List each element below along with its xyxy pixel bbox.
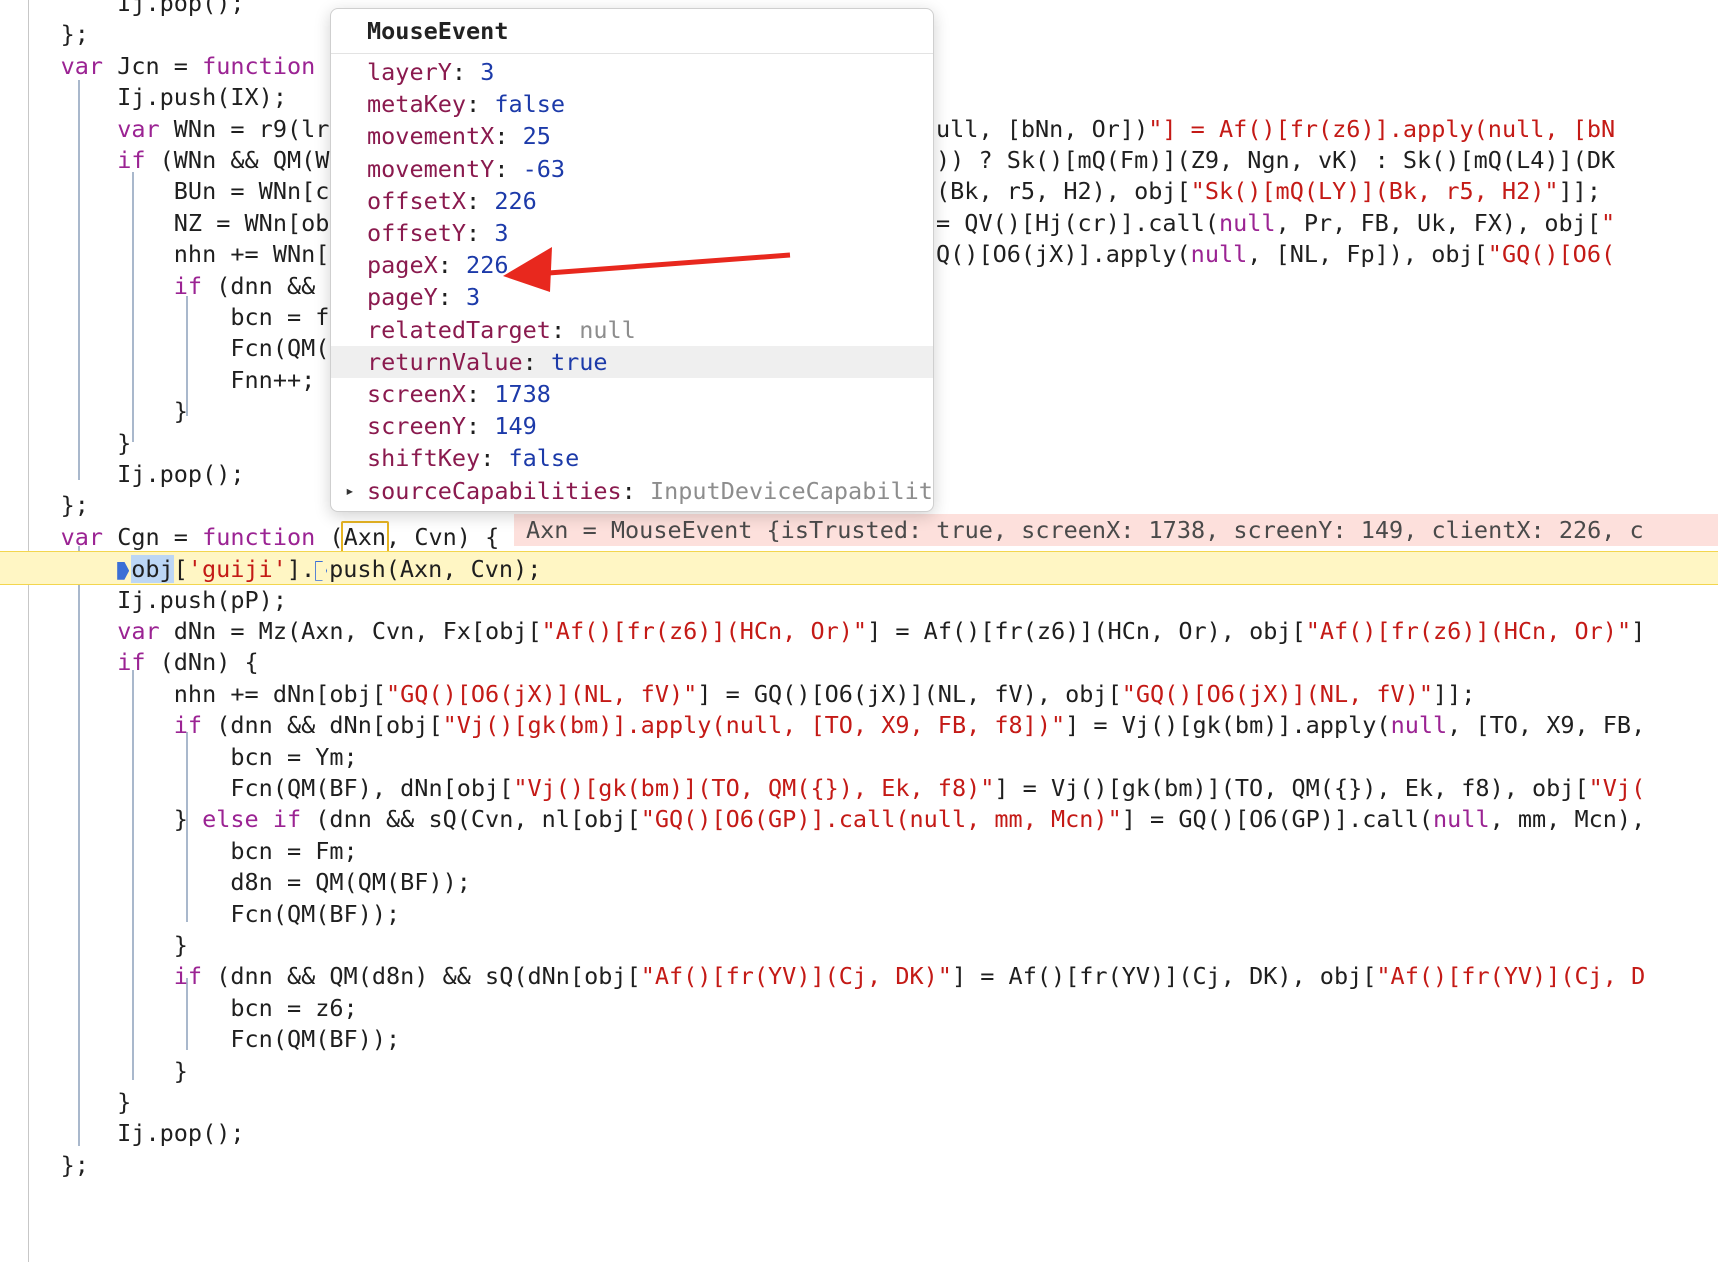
property-row-screenY[interactable]: screenY: 149 bbox=[331, 410, 933, 442]
colon: : bbox=[550, 315, 580, 344]
code-line[interactable]: d8n = QM(QM(BF)); bbox=[0, 865, 1718, 899]
code-line[interactable]: }; bbox=[0, 1148, 1718, 1182]
code-line-fragment[interactable]: Q()[O6(jX)].apply(null, [NL, Fp]), obj["… bbox=[936, 237, 1718, 271]
colon: : bbox=[437, 283, 467, 312]
code-line[interactable]: bcn = z6; bbox=[0, 991, 1718, 1025]
property-key: shiftKey bbox=[367, 444, 481, 473]
colon: : bbox=[494, 122, 523, 151]
property-key: returnValue bbox=[367, 347, 523, 376]
property-row-relatedTarget[interactable]: relatedTarget: null bbox=[331, 314, 933, 346]
code-line-fragment[interactable]: = QV()[Hj(cr)].call(null, Pr, FB, Uk, FX… bbox=[936, 206, 1718, 240]
property-key: movementY bbox=[367, 154, 495, 183]
breakpoint-marker-icon[interactable] bbox=[315, 560, 328, 581]
code-line[interactable]: if (dNn) { bbox=[0, 645, 1718, 679]
property-value: 3 bbox=[494, 219, 509, 247]
property-row-pageY[interactable]: pageY: 3 bbox=[331, 281, 933, 313]
code-line-fragment[interactable]: )) ? Sk()[mQ(Fm)](Z9, Ngn, vK) : Sk()[mQ… bbox=[936, 143, 1718, 177]
property-value: 25 bbox=[522, 122, 551, 151]
property-key: screenY bbox=[367, 412, 467, 441]
code-line[interactable]: var dNn = Mz(Axn, Cvn, Fx[obj["Af()[fr(z… bbox=[0, 614, 1718, 648]
colon: : bbox=[437, 251, 467, 280]
code-line[interactable]: Ij.push(pP); bbox=[0, 583, 1718, 617]
code-line[interactable]: } bbox=[0, 928, 1718, 962]
property-value: 149 bbox=[494, 412, 537, 441]
property-key: metaKey bbox=[367, 90, 467, 119]
property-key: relatedTarget bbox=[367, 315, 551, 344]
colon: : bbox=[466, 219, 495, 247]
popup-title: MouseEvent bbox=[331, 9, 933, 54]
property-row-pageX[interactable]: pageX: 226 bbox=[331, 249, 933, 281]
property-value: null bbox=[579, 315, 636, 344]
property-key: offsetY bbox=[367, 219, 467, 247]
property-row-layerY[interactable]: layerY: 3 bbox=[331, 56, 933, 88]
property-value: header#header-main-navigation bbox=[537, 509, 933, 511]
property-key: sourceCapabilities bbox=[367, 476, 622, 505]
property-key: layerY bbox=[367, 58, 452, 86]
colon: : bbox=[451, 58, 481, 86]
colon: : bbox=[480, 444, 509, 473]
code-line[interactable]: nhn += dNn[obj["GQ()[O6(jX)](NL, fV)"] =… bbox=[0, 677, 1718, 711]
code-line[interactable]: Fcn(QM(BF)); bbox=[0, 897, 1718, 931]
code-line[interactable]: bcn = Fm; bbox=[0, 834, 1718, 868]
property-value: 226 bbox=[466, 251, 509, 280]
property-row-offsetY[interactable]: offsetY: 3 bbox=[331, 217, 933, 249]
property-value: false bbox=[508, 444, 580, 473]
property-key: offsetX bbox=[367, 186, 467, 215]
colon: : bbox=[466, 412, 495, 441]
code-line[interactable]: } bbox=[0, 1054, 1718, 1088]
property-row-returnValue[interactable]: returnValue: true bbox=[331, 345, 933, 378]
property-value: 1738 bbox=[494, 380, 551, 408]
property-row-shiftKey[interactable]: shiftKey: false bbox=[331, 442, 933, 474]
property-key: pageX bbox=[367, 251, 438, 280]
property-row-movementY[interactable]: movementY: -63 bbox=[331, 153, 933, 185]
code-line[interactable]: if (dnn && QM(d8n) && sQ(dNn[obj["Af()[f… bbox=[0, 959, 1718, 993]
property-row-metaKey[interactable]: metaKey: false bbox=[331, 88, 933, 120]
code-line[interactable]: } bbox=[0, 1085, 1718, 1119]
code-line[interactable]: Fcn(QM(BF), dNn[obj["Vj()[gk(bm)](TO, QM… bbox=[0, 771, 1718, 805]
property-key: pageY bbox=[367, 283, 438, 312]
breakpoint-marker-icon[interactable] bbox=[117, 561, 130, 580]
property-value: InputDeviceCapabilities bbox=[649, 476, 933, 505]
property-row-screenX[interactable]: screenX: 1738 bbox=[331, 378, 933, 410]
property-value: 3 bbox=[480, 58, 495, 86]
property-row-srcElement[interactable]: srcElement: header#header-main-navigatio… bbox=[331, 507, 933, 511]
code-line-fragment[interactable]: (Bk, r5, H2), obj["Sk()[mQ(LY)](Bk, r5, … bbox=[936, 174, 1718, 208]
code-line[interactable]: bcn = Ym; bbox=[0, 740, 1718, 774]
property-row-sourceCapabilities[interactable]: ▸ sourceCapabilities: InputDeviceCapabili… bbox=[331, 475, 933, 507]
hovered-token: Axn bbox=[340, 520, 390, 553]
object-preview-popup[interactable]: MouseEvent layerY: 3 metaKey: false moveme… bbox=[330, 8, 934, 512]
code-line[interactable]: } else if (dnn && sQ(Cvn, nl[obj["GQ()[O… bbox=[0, 802, 1718, 836]
property-key: srcElement bbox=[367, 509, 508, 511]
property-value: 3 bbox=[466, 283, 481, 312]
property-key: screenX bbox=[367, 380, 467, 408]
expand-triangle-icon[interactable]: ▸ bbox=[345, 475, 355, 507]
inline-variable-value: Axn = MouseEvent {isTrusted: true, scree… bbox=[514, 514, 1718, 546]
colon: : bbox=[494, 154, 523, 183]
property-row-movementX[interactable]: movementX: 25 bbox=[331, 120, 933, 152]
property-value: -63 bbox=[522, 154, 566, 183]
colon: : bbox=[621, 476, 650, 505]
property-value: true bbox=[550, 347, 608, 376]
property-key: movementX bbox=[367, 122, 495, 151]
code-line-fragment[interactable]: ull, [bNn, Or])"] = Af()[fr(z6)].apply(n… bbox=[936, 112, 1718, 146]
colon: : bbox=[522, 347, 551, 376]
code-line[interactable]: Ij.pop(); bbox=[0, 1116, 1718, 1150]
code-line[interactable]: if (dnn && dNn[obj["Vj()[gk(bm)].apply(n… bbox=[0, 708, 1718, 742]
property-row-offsetX[interactable]: offsetX: 226 bbox=[331, 185, 933, 217]
colon: : bbox=[466, 380, 495, 408]
colon: : bbox=[466, 186, 495, 215]
current-execution-line[interactable]: obj['guiji']. push(Axn, Cvn); bbox=[0, 551, 1718, 586]
property-value: 226 bbox=[494, 186, 537, 215]
colon: : bbox=[466, 90, 495, 119]
colon: : bbox=[508, 509, 536, 511]
property-value: false bbox=[494, 90, 566, 119]
code-line[interactable]: Fcn(QM(BF)); bbox=[0, 1022, 1718, 1056]
